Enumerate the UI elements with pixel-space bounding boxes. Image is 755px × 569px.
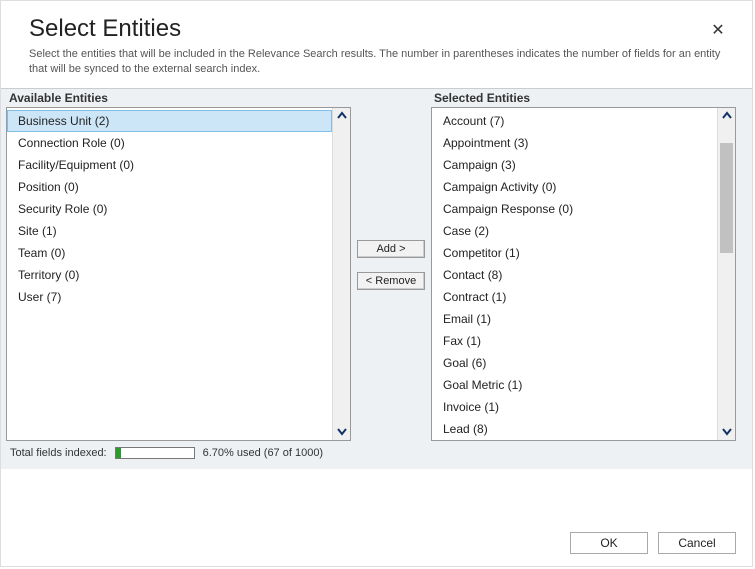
selected-column: Selected Entities Account (7)Appointment… bbox=[431, 89, 736, 441]
transfer-buttons: Add > < Remove bbox=[351, 89, 431, 441]
available-item[interactable]: Connection Role (0) bbox=[7, 132, 332, 154]
selected-item[interactable]: Campaign Activity (0) bbox=[432, 176, 717, 198]
selected-item[interactable]: Invoice (1) bbox=[432, 396, 717, 418]
selected-item[interactable]: Lead (8) bbox=[432, 418, 717, 440]
close-icon[interactable]: ✕ bbox=[708, 21, 728, 41]
available-listbox[interactable]: Business Unit (2)Connection Role (0)Faci… bbox=[6, 107, 351, 441]
selected-item[interactable]: Campaign Response (0) bbox=[432, 198, 717, 220]
scroll-track[interactable] bbox=[333, 125, 350, 423]
ok-button[interactable]: OK bbox=[570, 532, 648, 554]
available-item[interactable]: Facility/Equipment (0) bbox=[7, 154, 332, 176]
selected-header: Selected Entities bbox=[431, 89, 736, 107]
selected-item[interactable]: Goal (6) bbox=[432, 352, 717, 374]
available-scrollbar[interactable] bbox=[332, 108, 350, 440]
selected-scrollbar[interactable] bbox=[717, 108, 735, 440]
dialog-body: Available Entities Business Unit (2)Conn… bbox=[1, 89, 752, 469]
selected-item[interactable]: Contact (8) bbox=[432, 264, 717, 286]
available-item[interactable]: Security Role (0) bbox=[7, 198, 332, 220]
picker-columns: Available Entities Business Unit (2)Conn… bbox=[6, 89, 747, 441]
scroll-down-icon[interactable] bbox=[333, 423, 350, 440]
dialog-footer: OK Cancel bbox=[1, 522, 752, 566]
available-item[interactable]: User (7) bbox=[7, 286, 332, 308]
dialog-title: Select Entities bbox=[29, 15, 724, 43]
available-item[interactable]: Site (1) bbox=[7, 220, 332, 242]
select-entities-dialog: ✕ Select Entities Select the entities th… bbox=[0, 0, 753, 567]
selected-item[interactable]: Case (2) bbox=[432, 220, 717, 242]
selected-item[interactable]: Appointment (3) bbox=[432, 132, 717, 154]
selected-item[interactable]: Campaign (3) bbox=[432, 154, 717, 176]
available-item[interactable]: Team (0) bbox=[7, 242, 332, 264]
selected-listbox[interactable]: Account (7)Appointment (3)Campaign (3)Ca… bbox=[431, 107, 736, 441]
available-item[interactable]: Business Unit (2) bbox=[7, 110, 332, 132]
scroll-track[interactable] bbox=[718, 125, 735, 423]
selected-item[interactable]: Email (1) bbox=[432, 308, 717, 330]
scroll-up-icon[interactable] bbox=[333, 108, 350, 125]
add-button[interactable]: Add > bbox=[357, 240, 425, 258]
selected-item[interactable]: Contract (1) bbox=[432, 286, 717, 308]
selected-item[interactable]: Account (7) bbox=[432, 110, 717, 132]
progress-fill bbox=[116, 448, 121, 458]
scroll-thumb[interactable] bbox=[720, 143, 733, 253]
progress-bar bbox=[115, 447, 195, 459]
status-label: Total fields indexed: bbox=[10, 447, 107, 459]
available-item[interactable]: Territory (0) bbox=[7, 264, 332, 286]
cancel-button[interactable]: Cancel bbox=[658, 532, 736, 554]
available-item[interactable]: Position (0) bbox=[7, 176, 332, 198]
status-row: Total fields indexed: 6.70% used (67 of … bbox=[6, 441, 747, 463]
scroll-up-icon[interactable] bbox=[718, 108, 735, 125]
scroll-down-icon[interactable] bbox=[718, 423, 735, 440]
selected-item[interactable]: Competitor (1) bbox=[432, 242, 717, 264]
remove-button[interactable]: < Remove bbox=[357, 272, 425, 290]
selected-item[interactable]: Fax (1) bbox=[432, 330, 717, 352]
selected-item[interactable]: Goal Metric (1) bbox=[432, 374, 717, 396]
dialog-subtitle: Select the entities that will be include… bbox=[29, 47, 724, 78]
status-percent: 6.70% used (67 of 1000) bbox=[203, 447, 323, 459]
available-header: Available Entities bbox=[6, 89, 351, 107]
available-column: Available Entities Business Unit (2)Conn… bbox=[6, 89, 351, 441]
dialog-header: ✕ Select Entities Select the entities th… bbox=[1, 1, 752, 88]
